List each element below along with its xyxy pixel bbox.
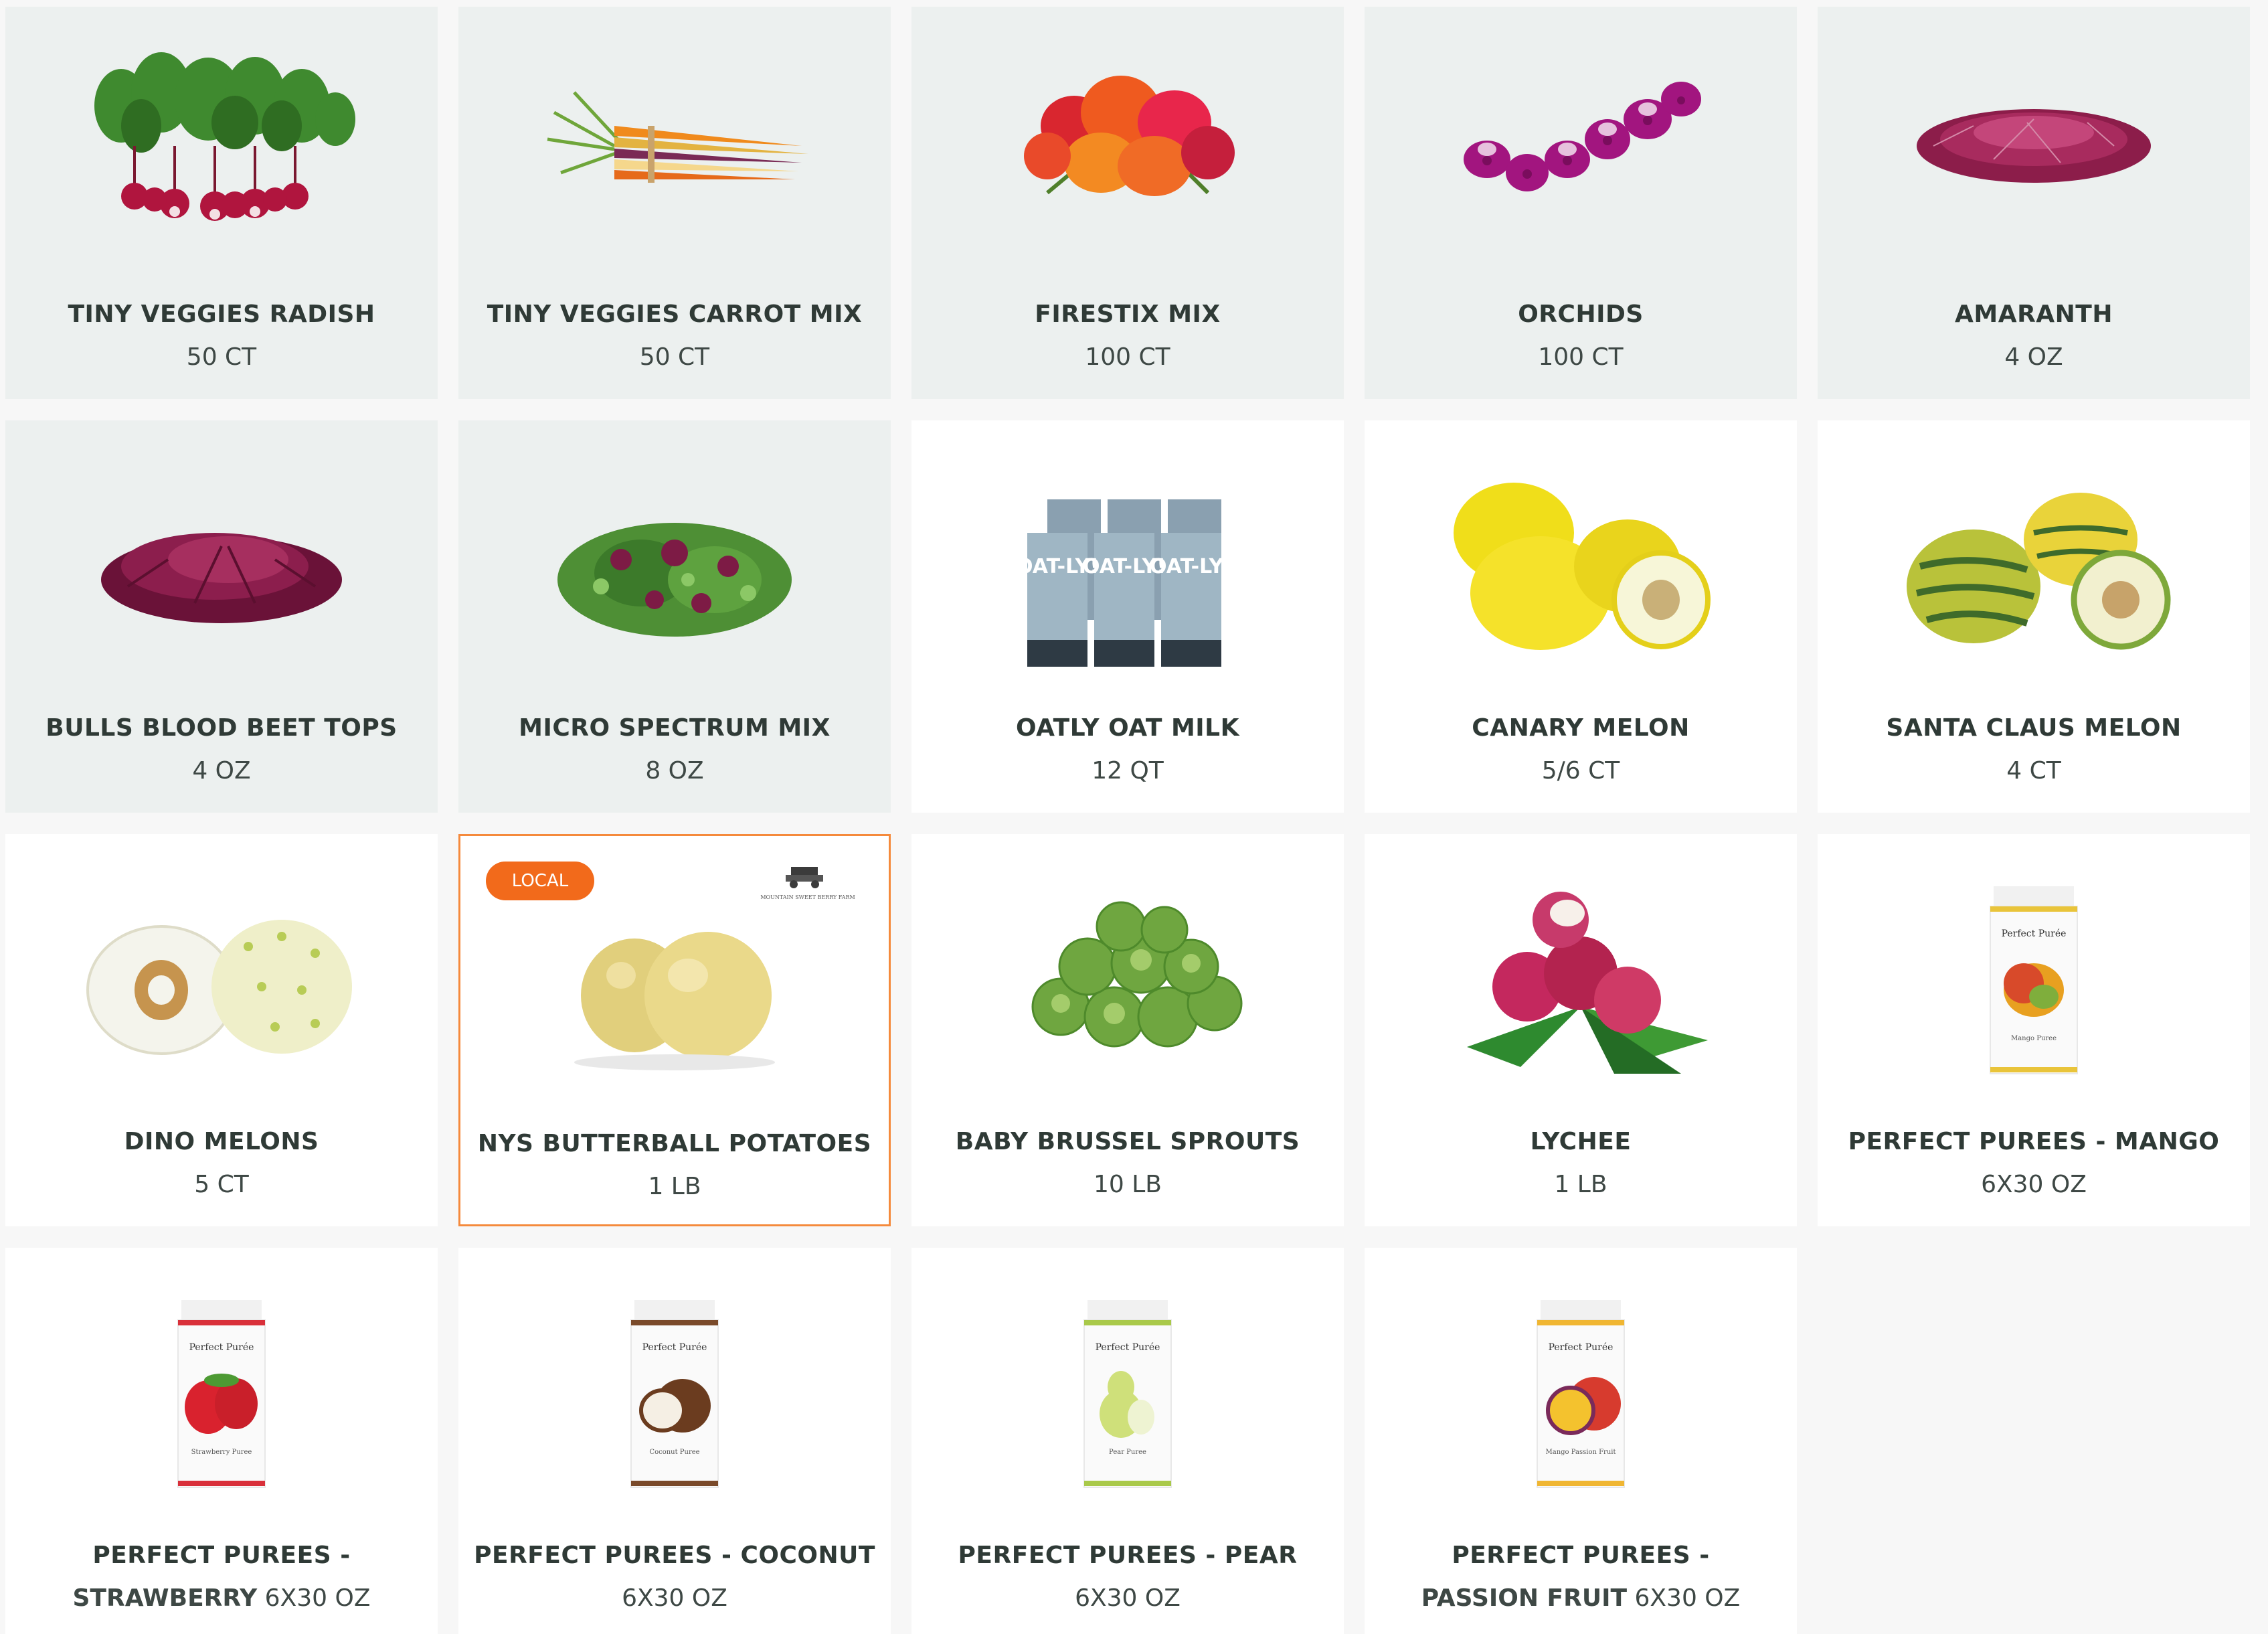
product-grid-page: TINY VEGGIES RADISH 50 CT TINY VEGGIES C… [0, 0, 2268, 1634]
product-name: AMARANTH [1955, 301, 2113, 328]
product-size: 4 CT [2006, 757, 2061, 785]
product-size: 6X30 OZ [622, 1584, 727, 1612]
product-size: 4 OZ [2004, 343, 2063, 371]
product-name: PERFECT PUREES - [1452, 1542, 1710, 1569]
product-card-oatly-oat-milk[interactable]: OAT-LY! OAT-LY! OAT-LY! OATLY OAT MILK 1… [911, 420, 1344, 813]
product-size: 6X30 OZ [1075, 1584, 1181, 1612]
jar-brand: Perfect Purée [2002, 928, 2067, 939]
product-name: BABY BRUSSEL SPROUTS [955, 1128, 1300, 1155]
product-card-amaranth[interactable]: AMARANTH 4 OZ [1818, 7, 2250, 399]
jar-flavor: Coconut Puree [649, 1449, 699, 1456]
coconut-puree-image: Perfect Purée Coconut Puree [534, 1287, 815, 1501]
product-name: ORCHIDS [1518, 301, 1644, 328]
product-card-perfect-purees-passion-fruit[interactable]: Perfect Purée Mango Passion Fruit PERFEC… [1365, 1248, 1797, 1634]
amaranth-image [1893, 46, 2174, 260]
product-name-line2: PASSION FRUIT [1421, 1584, 1628, 1612]
product-card-perfect-purees-strawberry[interactable]: Perfect Purée Strawberry Puree PERFECT P… [5, 1248, 438, 1634]
product-size: 50 CT [639, 343, 710, 371]
jar-brand: Perfect Purée [642, 1342, 707, 1353]
product-size: 6X30 OZ [1981, 1171, 2087, 1198]
product-name: LYCHEE [1530, 1128, 1632, 1155]
jar-flavor: Strawberry Puree [191, 1449, 252, 1456]
jar-brand: Perfect Purée [1549, 1342, 1613, 1353]
orchid-image [1440, 46, 1721, 260]
product-size: 5/6 CT [1541, 757, 1620, 785]
product-card-dino-melons[interactable]: DINO MELONS 5 CT [5, 834, 438, 1226]
jar-flavor: Pear Puree [1109, 1449, 1146, 1456]
potato-image [534, 875, 815, 1089]
santa-claus-melon-image [1893, 459, 2174, 673]
product-size-value: 6X30 OZ [1634, 1584, 1741, 1612]
micro-mix-image [534, 459, 815, 673]
product-name: NYS BUTTERBALL POTATOES [477, 1130, 872, 1157]
product-name: PERFECT PUREES - COCONUT [474, 1542, 875, 1569]
product-name: SANTA CLAUS MELON [1886, 714, 2182, 742]
passion-fruit-puree-image: Perfect Purée Mango Passion Fruit [1440, 1287, 1721, 1501]
jar-flavor: Mango Passion Fruit [1546, 1449, 1616, 1456]
carton-text: OAT-LY! [1150, 555, 1233, 578]
carrot-image [534, 46, 815, 260]
product-name: TINY VEGGIES CARROT MIX [487, 301, 863, 328]
product-name: TINY VEGGIES RADISH [68, 301, 375, 328]
product-card-perfect-purees-coconut[interactable]: Perfect Purée Coconut Puree PERFECT PURE… [458, 1248, 891, 1634]
product-card-firestix-mix[interactable]: FIRESTIX MIX 100 CT [911, 7, 1344, 399]
product-card-lychee[interactable]: LYCHEE 1 LB [1365, 834, 1797, 1226]
product-name: CANARY MELON [1472, 714, 1690, 742]
product-card-perfect-purees-pear[interactable]: Perfect Purée Pear Puree PERFECT PUREES … [911, 1248, 1344, 1634]
product-card-orchids[interactable]: ORCHIDS 100 CT [1365, 7, 1797, 399]
jar-flavor: Mango Puree [2011, 1035, 2057, 1042]
product-size: 1 LB [1554, 1171, 1607, 1198]
product-name: MICRO SPECTRUM MIX [519, 714, 831, 742]
product-card-baby-brussel-sprouts[interactable]: BABY BRUSSEL SPROUTS 10 LB [911, 834, 1344, 1226]
product-size: 10 LB [1093, 1171, 1162, 1198]
dino-melon-image [81, 873, 362, 1087]
product-name: PERFECT PUREES - [92, 1542, 351, 1569]
product-name-line2: STRAWBERRY [72, 1584, 258, 1612]
strawberry-puree-image: Perfect Purée Strawberry Puree [81, 1287, 362, 1501]
product-name: FIRESTIX MIX [1035, 301, 1221, 328]
product-size: 100 CT [1538, 343, 1624, 371]
product-card-tiny-veggies-carrot-mix[interactable]: TINY VEGGIES CARROT MIX 50 CT [458, 7, 891, 399]
pear-puree-image: Perfect Purée Pear Puree [987, 1287, 1268, 1501]
product-card-santa-claus-melon[interactable]: SANTA CLAUS MELON 4 CT [1818, 420, 2250, 813]
product-name: BULLS BLOOD BEET TOPS [46, 714, 398, 742]
product-size-value: 6X30 OZ [264, 1584, 371, 1612]
product-card-tiny-veggies-radish[interactable]: TINY VEGGIES RADISH 50 CT [5, 7, 438, 399]
canary-melon-image [1440, 459, 1721, 673]
product-name: PERFECT PUREES - PEAR [958, 1542, 1298, 1569]
mango-puree-image: Perfect Purée Mango Puree [1893, 873, 2174, 1087]
product-card-bulls-blood-beet-tops[interactable]: BULLS BLOOD BEET TOPS 4 OZ [5, 420, 438, 813]
product-size: 12 QT [1092, 757, 1164, 785]
product-size: 100 CT [1085, 343, 1170, 371]
product-size: 8 OZ [645, 757, 704, 785]
product-card-micro-spectrum-mix[interactable]: MICRO SPECTRUM MIX 8 OZ [458, 420, 891, 813]
product-name: OATLY OAT MILK [1015, 714, 1240, 742]
product-card-canary-melon[interactable]: CANARY MELON 5/6 CT [1365, 420, 1797, 813]
oat-milk-image: OAT-LY! OAT-LY! OAT-LY! [987, 459, 1268, 673]
product-card-nys-butterball-potatoes[interactable]: LOCAL MOUNTAIN SWEET BERRY FARM NYS BUTT… [458, 834, 891, 1226]
jar-brand: Perfect Purée [189, 1342, 254, 1353]
product-name: DINO MELONS [124, 1128, 319, 1155]
brussel-sprouts-image [987, 873, 1268, 1087]
firestix-image [987, 46, 1268, 260]
beet-tops-image [81, 459, 362, 673]
lychee-image [1440, 873, 1721, 1087]
product-card-perfect-purees-mango[interactable]: Perfect Purée Mango Puree PERFECT PUREES… [1818, 834, 2250, 1226]
product-size: 4 OZ [192, 757, 251, 785]
product-size: 50 CT [186, 343, 257, 371]
jar-brand: Perfect Purée [1096, 1342, 1160, 1353]
product-grid: TINY VEGGIES RADISH 50 CT TINY VEGGIES C… [5, 7, 2250, 1634]
product-name: PERFECT PUREES - MANGO [1848, 1128, 2220, 1155]
product-size: STRAWBERRY 6X30 OZ [19, 1577, 424, 1620]
radish-image [81, 46, 362, 260]
product-size: 1 LB [648, 1173, 701, 1200]
product-size: PASSION FRUIT 6X30 OZ [1378, 1577, 1783, 1620]
product-size: 5 CT [194, 1171, 249, 1198]
